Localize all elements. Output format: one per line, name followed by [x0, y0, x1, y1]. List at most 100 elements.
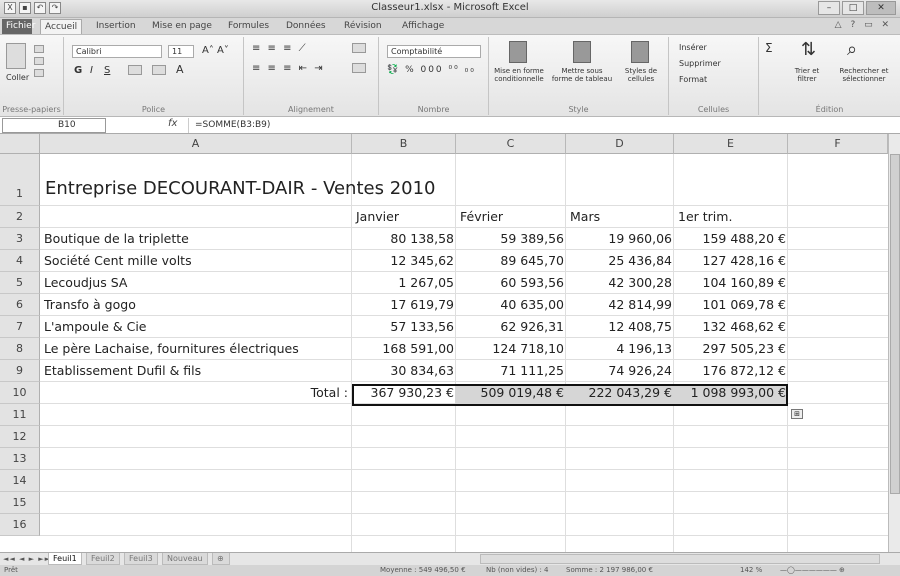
cell-fevrier[interactable]: 59 389,56 — [456, 228, 564, 250]
cell-trimestre[interactable]: 101 069,78 € — [674, 294, 787, 316]
cell-mars[interactable]: 42 814,99 — [566, 294, 672, 316]
format-as-table-button[interactable]: Mettre sous forme de tableau — [551, 67, 613, 83]
header-mars[interactable]: Mars — [570, 206, 672, 228]
total-label[interactable]: Total : — [44, 382, 348, 404]
column-header-d[interactable]: D — [566, 134, 674, 154]
row-name[interactable]: Boutique de la triplette — [44, 228, 189, 250]
cell-fevrier[interactable]: 71 111,25 — [456, 360, 564, 382]
row-header-4[interactable]: 4 — [0, 250, 40, 272]
cell-fevrier[interactable]: 40 635,00 — [456, 294, 564, 316]
cell-styles-button[interactable]: Styles de cellules — [617, 67, 665, 83]
sheet-tab-feuil2[interactable]: Feuil2 — [86, 553, 120, 565]
find-select-icon[interactable]: ⌕ — [847, 39, 857, 60]
cell-mars[interactable]: 25 436,84 — [566, 250, 672, 272]
italic-button[interactable]: I — [90, 65, 93, 76]
row-header-1[interactable]: 1 — [0, 154, 40, 206]
total-mars[interactable]: 222 043,29 € — [566, 382, 673, 404]
bold-button[interactable]: G — [74, 65, 82, 76]
total-trimestre[interactable]: 1 098 993,00 € — [674, 382, 786, 404]
tab-review[interactable]: Révision — [340, 19, 386, 34]
cell-trimestre[interactable]: 159 488,20 € — [674, 228, 787, 250]
vertical-align-icons[interactable]: ≡ ≡ ≡ ⟋ — [252, 43, 308, 54]
column-header-c[interactable]: C — [456, 134, 566, 154]
merge-center-icon[interactable] — [352, 63, 366, 73]
cell-mars[interactable]: 19 960,06 — [566, 228, 672, 250]
delete-cells-button[interactable]: Supprimer — [679, 59, 721, 68]
scrollbar-thumb[interactable] — [890, 154, 900, 494]
fill-color-icon[interactable] — [152, 65, 166, 75]
sheet-tab-feuil1[interactable]: Feuil1 — [48, 553, 82, 565]
cell-mars[interactable]: 42 300,28 — [566, 272, 672, 294]
paste-icon[interactable] — [6, 43, 26, 69]
cell-janvier[interactable]: 1 267,05 — [352, 272, 454, 294]
format-as-table-icon[interactable] — [573, 41, 591, 63]
row-header-5[interactable]: 5 — [0, 272, 40, 294]
header-1er-trim[interactable]: 1er trim. — [678, 206, 786, 228]
select-all-corner[interactable] — [0, 134, 40, 154]
tab-page-layout[interactable]: Mise en page — [148, 19, 216, 34]
row-header-2[interactable]: 2 — [0, 206, 40, 228]
total-janvier[interactable]: 367 930,23 € — [352, 382, 455, 404]
row-header-15[interactable]: 15 — [0, 492, 40, 514]
cell-trimestre[interactable]: 127 428,16 € — [674, 250, 787, 272]
row-name[interactable]: Lecoudjus SA — [44, 272, 127, 294]
header-fevrier[interactable]: Février — [460, 206, 564, 228]
tab-view[interactable]: Affichage — [398, 19, 448, 34]
row-header-11[interactable]: 11 — [0, 404, 40, 426]
total-fevrier[interactable]: 509 019,48 € — [456, 382, 565, 404]
number-format-icons[interactable]: 💱 % 000 ⁰⁰ ₀₀ — [387, 65, 476, 75]
cell-fevrier[interactable]: 60 593,56 — [456, 272, 564, 294]
zoom-slider[interactable]: —◯—————— ⊕ — [780, 565, 845, 576]
cell-trimestre[interactable]: 176 872,12 € — [674, 360, 787, 382]
find-select-button[interactable]: Rechercher et sélectionner — [831, 67, 897, 83]
tab-formulas[interactable]: Formules — [224, 19, 273, 34]
row-header-13[interactable]: 13 — [0, 448, 40, 470]
row-name[interactable]: Société Cent mille volts — [44, 250, 192, 272]
cell-janvier[interactable]: 30 834,63 — [352, 360, 454, 382]
row-header-14[interactable]: 14 — [0, 470, 40, 492]
row-name[interactable]: Le père Lachaise, fournitures électrique… — [44, 338, 299, 360]
cell-mars[interactable]: 4 196,13 — [566, 338, 672, 360]
cell-trimestre[interactable]: 297 505,23 € — [674, 338, 787, 360]
row-header-3[interactable]: 3 — [0, 228, 40, 250]
column-header-b[interactable]: B — [352, 134, 456, 154]
column-header-a[interactable]: A — [40, 134, 352, 154]
name-box[interactable]: B10 — [2, 118, 106, 133]
cell-mars[interactable]: 12 408,75 — [566, 316, 672, 338]
row-name[interactable]: L'ampoule & Cie — [44, 316, 147, 338]
header-janvier[interactable]: Janvier — [356, 206, 454, 228]
worksheet-grid[interactable]: A B C D E F 1 2 3 4 5 6 7 8 9 10 11 12 1… — [0, 134, 888, 552]
conditional-format-icon[interactable] — [509, 41, 527, 63]
tab-home[interactable]: Accueil — [40, 19, 83, 34]
format-cells-button[interactable]: Format — [679, 75, 707, 84]
row-header-8[interactable]: 8 — [0, 338, 40, 360]
number-format-select[interactable]: Comptabilité — [387, 45, 481, 58]
autosum-icon[interactable]: Σ — [765, 41, 773, 55]
column-header-f[interactable]: F — [788, 134, 888, 154]
cell-janvier[interactable]: 57 133,56 — [352, 316, 454, 338]
cell-mars[interactable]: 74 926,24 — [566, 360, 672, 382]
row-name[interactable]: Transfo à gogo — [44, 294, 136, 316]
minimize-button[interactable]: – — [818, 1, 840, 15]
tab-file[interactable]: Fichier — [2, 19, 35, 34]
maximize-button[interactable]: □ — [842, 1, 864, 15]
cell-janvier[interactable]: 80 138,58 — [352, 228, 454, 250]
conditional-format-button[interactable]: Mise en forme conditionnelle — [491, 67, 547, 83]
row-header-12[interactable]: 12 — [0, 426, 40, 448]
sheet-tab-new[interactable]: Nouveau — [162, 553, 208, 565]
cell-janvier[interactable]: 17 619,79 — [352, 294, 454, 316]
cell-fevrier[interactable]: 62 926,31 — [456, 316, 564, 338]
quick-analysis-icon[interactable]: ⊞ — [791, 409, 803, 419]
borders-icon[interactable] — [128, 65, 142, 75]
insert-sheet-icon[interactable]: ⊕ — [212, 553, 230, 565]
format-painter-icon[interactable] — [34, 69, 44, 77]
close-button[interactable]: ✕ — [866, 1, 896, 15]
formula-input[interactable]: =SOMME(B3:B9) — [188, 118, 888, 133]
grow-font-icon[interactable]: A˄ A˅ — [202, 45, 229, 56]
help-icon[interactable]: △ ? ▭ ✕ — [835, 20, 892, 30]
row-header-7[interactable]: 7 — [0, 316, 40, 338]
insert-cells-button[interactable]: Insérer — [679, 43, 707, 52]
cell-fevrier[interactable]: 124 718,10 — [456, 338, 564, 360]
sheet-title[interactable]: Entreprise DECOURANT-DAIR - Ventes 2010 — [45, 178, 436, 199]
row-header-6[interactable]: 6 — [0, 294, 40, 316]
